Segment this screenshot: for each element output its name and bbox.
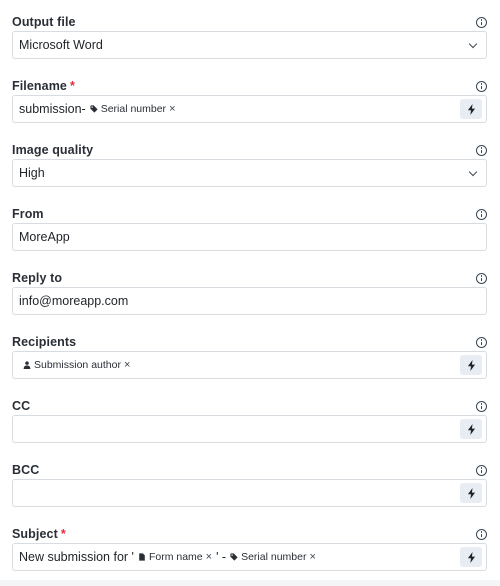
chip-label: Submission author <box>34 359 121 371</box>
from-input[interactable]: MoreApp <box>12 223 487 251</box>
reply-to-field: Reply to info@moreapp.com <box>12 256 487 320</box>
info-icon[interactable] <box>476 208 487 220</box>
serial-number-chip: Serial number × <box>90 103 176 115</box>
bolt-icon <box>467 551 475 563</box>
subject-separator: ' - <box>216 550 227 564</box>
submission-author-chip: Submission author × <box>23 359 130 371</box>
output-file-label: Output file <box>12 15 76 29</box>
close-icon[interactable]: × <box>169 103 175 115</box>
close-icon[interactable]: × <box>309 551 315 563</box>
insert-placeholder-button[interactable] <box>460 483 482 503</box>
reply-to-label: Reply to <box>12 271 63 285</box>
bottom-divider <box>0 580 500 586</box>
info-icon[interactable] <box>476 528 487 540</box>
required-marker: * <box>60 527 66 541</box>
close-icon[interactable]: × <box>124 359 130 371</box>
email-settings-form: Output file Microsoft Word Filename * sub… <box>0 0 500 576</box>
recipients-label: Recipients <box>12 335 77 349</box>
info-icon[interactable] <box>476 400 487 412</box>
output-file-field: Output file Microsoft Word <box>12 0 487 64</box>
serial-number-chip: Serial number × <box>230 551 316 563</box>
chip-label: Serial number <box>241 551 307 563</box>
from-field: From MoreApp <box>12 192 487 256</box>
info-icon[interactable] <box>476 336 487 348</box>
subject-input[interactable]: New submission for ' Form name × ' - Ser… <box>12 543 487 571</box>
reply-to-value: info@moreapp.com <box>19 294 129 308</box>
user-icon <box>23 361 31 369</box>
output-file-value: Microsoft Word <box>19 38 103 52</box>
bolt-icon <box>467 359 475 371</box>
image-quality-label: Image quality <box>12 143 94 157</box>
output-file-select[interactable]: Microsoft Word <box>12 31 487 59</box>
subject-field: Subject * New submission for ' Form name … <box>12 512 487 576</box>
filename-prefix: submission- <box>19 102 86 116</box>
filename-input[interactable]: submission- Serial number × <box>12 95 487 123</box>
cc-label: CC <box>12 399 31 413</box>
chip-label: Serial number <box>100 103 167 115</box>
insert-placeholder-button[interactable] <box>460 355 482 375</box>
tag-icon <box>230 553 238 561</box>
info-icon[interactable] <box>476 16 487 28</box>
insert-placeholder-button[interactable] <box>460 547 482 567</box>
cc-input[interactable] <box>12 415 487 443</box>
tag-icon <box>90 105 98 113</box>
insert-placeholder-button[interactable] <box>460 419 482 439</box>
recipients-field: Recipients Submission author × <box>12 320 487 384</box>
close-icon[interactable]: × <box>206 551 212 563</box>
bolt-icon <box>467 487 475 499</box>
form-name-chip: Form name × <box>138 551 212 563</box>
chevron-down-icon <box>468 39 478 49</box>
info-icon[interactable] <box>476 464 487 476</box>
image-quality-value: High <box>19 166 45 180</box>
bcc-label: BCC <box>12 463 40 477</box>
required-marker: * <box>70 79 75 93</box>
subject-prefix: New submission for ' <box>19 550 134 564</box>
from-value: MoreApp <box>19 230 70 244</box>
filename-field: Filename * submission- Serial number × <box>12 64 487 128</box>
info-icon[interactable] <box>476 144 487 156</box>
bcc-field: BCC <box>12 448 487 512</box>
bcc-input[interactable] <box>12 479 487 507</box>
info-icon[interactable] <box>476 80 487 92</box>
subject-label: Subject * <box>12 527 66 541</box>
bolt-icon <box>467 103 475 115</box>
recipients-input[interactable]: Submission author × <box>12 351 487 379</box>
reply-to-input[interactable]: info@moreapp.com <box>12 287 487 315</box>
from-label: From <box>12 207 44 221</box>
chip-label: Form name <box>148 551 203 563</box>
image-quality-select[interactable]: High <box>12 159 487 187</box>
image-quality-field: Image quality High <box>12 128 487 192</box>
filename-label-text: Filename <box>12 79 67 93</box>
subject-label-text: Subject <box>12 527 58 541</box>
cc-field: CC <box>12 384 487 448</box>
document-icon <box>138 553 146 561</box>
insert-placeholder-button[interactable] <box>460 99 482 119</box>
info-icon[interactable] <box>476 272 487 284</box>
chevron-down-icon <box>468 167 478 177</box>
filename-label: Filename * <box>12 79 75 93</box>
bolt-icon <box>467 423 475 435</box>
